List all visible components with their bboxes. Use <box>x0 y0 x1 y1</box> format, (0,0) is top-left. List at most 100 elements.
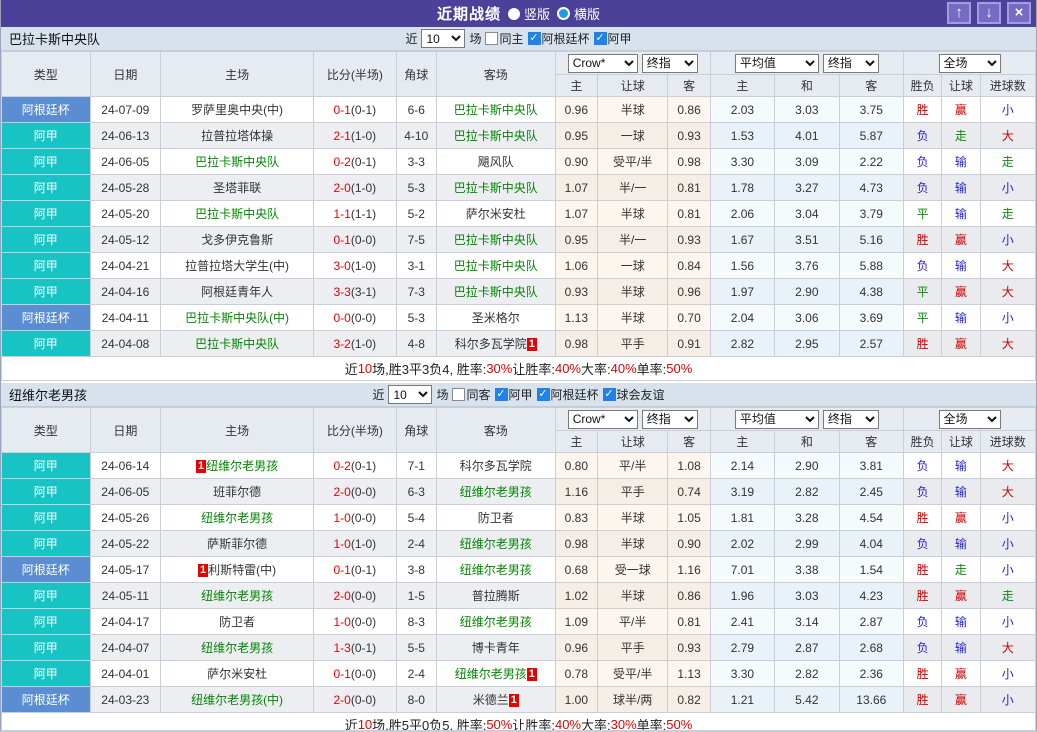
half-time-score: (1-0) <box>350 536 377 551</box>
corner-cell: 3-3 <box>395 148 437 175</box>
result-goals-value: 走 <box>1001 207 1014 221</box>
avg-home-odds: 3.30 <box>709 660 776 687</box>
sub-column-header: 胜负 <box>903 430 943 453</box>
result-goals: 小 <box>979 96 1036 123</box>
match-date: 24-04-16 <box>89 278 162 305</box>
result-goals: 小 <box>979 504 1036 531</box>
close-button[interactable]: × <box>1007 2 1031 24</box>
result-handicap-value: 输 <box>954 207 967 221</box>
match-row: 阿甲 24-04-01 萨尔米安杜 0-1(0-0) 2-4 纽维尔老男孩 1 0.78 受平/… <box>1 660 1036 687</box>
result-handicap: 输 <box>941 634 981 661</box>
same-venue-label: 同主 <box>499 32 524 46</box>
column-header: 主场 <box>160 51 315 97</box>
same-venue-checkbox[interactable]: 同客 <box>452 386 491 403</box>
horizontal-layout-label[interactable]: 横版 <box>574 4 600 23</box>
match-filter: 近 10 场同客 ✓ 阿甲 ✓ 阿根廷杯 ✓ 球会友谊 <box>372 385 665 404</box>
result-goals-value: 大 <box>1001 459 1014 473</box>
away-team-cell: 飓风队 <box>435 148 556 175</box>
match-date: 24-05-20 <box>89 200 162 227</box>
away-team-name: 纽维尔老男孩 <box>459 485 532 499</box>
checkbox-icon: ✓ <box>602 388 616 401</box>
bookmaker-select[interactable]: Crow* <box>567 53 638 73</box>
league-checkbox[interactable]: ✓ 球会友谊 <box>602 386 665 403</box>
same-venue-label: 同客 <box>466 388 491 402</box>
average-select[interactable]: 平均值 <box>734 409 819 429</box>
avg-draw-odds: 3.03 <box>774 96 840 123</box>
final-score: 1-3 <box>333 640 351 655</box>
result-winloss-value: 胜 <box>916 511 929 525</box>
vertical-layout-label[interactable]: 竖版 <box>524 4 550 23</box>
handicap-away-odds: 0.90 <box>667 530 711 557</box>
checkbox-icon <box>485 32 499 45</box>
result-handicap: 输 <box>941 608 981 635</box>
score-cell: 0-2(0-1) <box>313 452 397 479</box>
avg-draw-odds: 3.27 <box>774 174 840 201</box>
title-group: 近期战绩 竖版 横版 <box>437 3 600 24</box>
handicap-home-odds: 0.68 <box>554 556 598 583</box>
match-row: 阿甲 24-05-12 戈多伊克鲁斯 0-1(0-0) 7-5 巴拉卡斯中央队 0.95 半/… <box>1 226 1036 253</box>
half-time-score: (1-0) <box>350 128 377 143</box>
same-venue-checkbox[interactable]: 同主 <box>485 30 524 47</box>
home-team-cell: 阿根廷青年人 <box>160 278 315 305</box>
move-down-button[interactable]: ↓ <box>977 2 1001 24</box>
league-checkbox[interactable]: ✓ 阿根廷杯 <box>527 30 590 47</box>
half-time-score: (0-1) <box>350 458 377 473</box>
result-goals-value: 走 <box>1001 589 1014 603</box>
avg-home-odds: 2.03 <box>709 96 776 123</box>
half-time-score: (1-0) <box>350 258 377 273</box>
home-team-name: 圣塔菲联 <box>213 181 262 195</box>
handicap-away-odds: 0.82 <box>667 686 711 713</box>
odds-source-header: Crow* 终指 <box>554 407 711 431</box>
match-type-badge: 阿甲 <box>1 252 91 279</box>
result-winloss: 胜 <box>903 582 943 609</box>
league-checkbox[interactable]: ✓ 阿甲 <box>494 386 533 403</box>
away-team-name: 防卫者 <box>477 511 514 525</box>
red-card-badge: 1 <box>526 668 537 681</box>
score-cell: 1-0(0-0) <box>313 608 397 635</box>
horizontal-layout-radio[interactable] <box>557 7 570 20</box>
odds-time-select[interactable]: 终指 <box>641 53 698 73</box>
summary-segment: 50% <box>486 717 513 732</box>
half-time-score: (0-0) <box>350 232 377 247</box>
match-row: 阿甲 24-04-16 阿根廷青年人 3-3(3-1) 7-3 巴拉卡斯中央队 0.93 半球… <box>1 278 1036 305</box>
summary-segment: 50% <box>666 717 693 732</box>
average-time-select[interactable]: 终指 <box>822 53 879 73</box>
scope-select[interactable]: 全场 <box>938 53 1001 73</box>
summary-line: 近 10 场,胜5平0负5, 胜率: 50% 让胜率: 40% 大率: 30% 单率: 50… <box>1 713 1036 732</box>
result-winloss-value: 胜 <box>916 667 929 681</box>
match-count-select[interactable]: 10 <box>421 29 466 48</box>
scope-select[interactable]: 全场 <box>938 409 1001 429</box>
home-team-name: 巴拉卡斯中央队(中) <box>185 311 290 325</box>
header-row-groups: 类型 日期 主场 比分(半场) 角球 客场 Crow* 终指 平均值 终指 全场 <box>1 407 1036 453</box>
home-team-name: 纽维尔老男孩 <box>201 589 274 603</box>
result-goals-value: 小 <box>1001 693 1014 707</box>
league-checkbox[interactable]: ✓ 阿甲 <box>593 30 632 47</box>
handicap-home-odds: 0.90 <box>554 148 598 175</box>
corner-cell: 4-10 <box>395 122 437 149</box>
odds-time-select[interactable]: 终指 <box>641 409 698 429</box>
away-team-cell: 圣米格尔 <box>435 304 556 331</box>
match-count-select[interactable]: 10 <box>388 385 433 404</box>
half-time-score: (1-1) <box>350 206 377 221</box>
final-score: 0-2 <box>333 458 351 473</box>
team-section: 巴拉卡斯中央队近 10 场同主 ✓ 阿根廷杯 ✓ 阿甲 类型 日期 主场 比分(半场) 角球 客场 Cro… <box>1 27 1036 381</box>
average-select[interactable]: 平均值 <box>734 53 819 73</box>
match-date: 24-04-11 <box>89 304 162 331</box>
move-up-button[interactable]: ↑ <box>947 2 971 24</box>
result-goals: 小 <box>979 530 1036 557</box>
match-type-badge: 阿甲 <box>1 122 91 149</box>
column-header: 日期 <box>89 51 162 97</box>
half-time-score: (0-1) <box>350 102 377 117</box>
bookmaker-select[interactable]: Crow* <box>567 409 638 429</box>
vertical-layout-radio[interactable] <box>507 7 520 20</box>
corner-cell: 5-2 <box>395 200 437 227</box>
sub-column-header: 客 <box>838 430 905 453</box>
final-score: 2-1 <box>333 128 351 143</box>
match-filter: 近 10 场同主 ✓ 阿根廷杯 ✓ 阿甲 <box>405 29 632 48</box>
match-type-badge: 阿根廷杯 <box>1 556 91 583</box>
league-checkbox[interactable]: ✓ 阿根廷杯 <box>536 386 599 403</box>
average-time-select[interactable]: 终指 <box>822 409 879 429</box>
summary-segment: 场,胜5平0负5, 胜率: <box>372 718 487 732</box>
result-handicap: 输 <box>941 200 981 227</box>
match-row: 阿甲 24-05-22 萨斯菲尔德 1-0(1-0) 2-4 纽维尔老男孩 0.98 半球 0.… <box>1 530 1036 557</box>
